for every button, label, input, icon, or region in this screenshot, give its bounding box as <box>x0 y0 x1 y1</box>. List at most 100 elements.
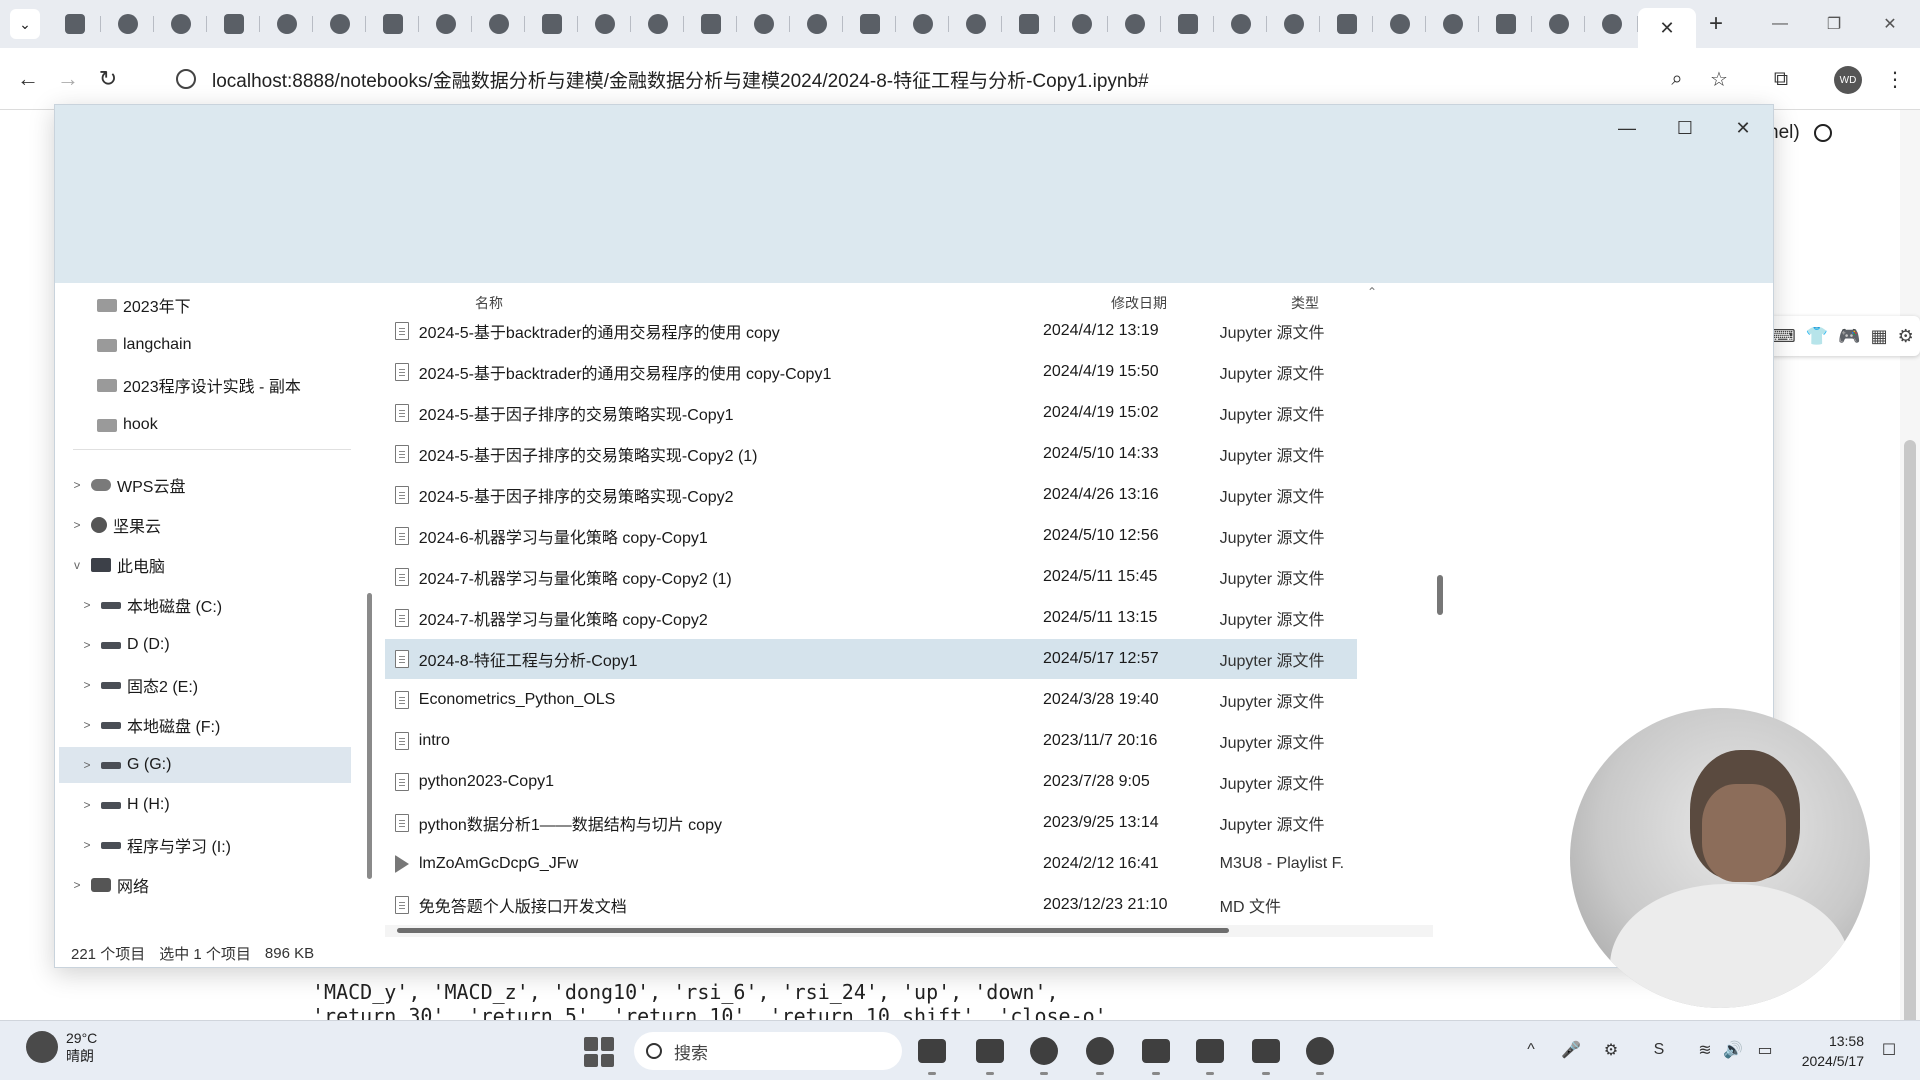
taskview-icon[interactable] <box>912 1031 952 1075</box>
chevron-right-icon[interactable]: > <box>77 718 97 732</box>
browser-tab[interactable] <box>1214 0 1267 48</box>
chevron-right-icon[interactable]: > <box>67 518 87 532</box>
wifi-icon[interactable]: ≋ <box>1694 1039 1716 1061</box>
nav-drive-i[interactable]: > 程序与学习 (I:) <box>77 827 231 863</box>
tab-close-icon[interactable]: ✕ <box>1659 18 1674 39</box>
browser-tab[interactable] <box>790 0 843 48</box>
url-field[interactable]: localhost:8888/notebooks/金融数据分析与建模/金融数据分… <box>156 58 1716 100</box>
file-list-hscrollbar[interactable] <box>385 925 1433 937</box>
browser-tab[interactable] <box>631 0 684 48</box>
browser-tab[interactable] <box>737 0 790 48</box>
tray-overflow-icon[interactable]: ^ <box>1520 1039 1542 1061</box>
nav-folder[interactable]: 2023程序设计实践 - 副本 <box>93 367 301 403</box>
battery-icon[interactable]: ▭ <box>1754 1039 1776 1061</box>
app-icon[interactable] <box>1024 1031 1064 1075</box>
file-list-scrollbar[interactable] <box>1437 575 1443 615</box>
bookmark-star-icon[interactable]: ☆ <box>1706 66 1732 92</box>
file-row[interactable]: 2024-5-基于因子排序的交易策略实现-Copy2 2024/4/26 13:1… <box>385 475 1357 515</box>
browser-tab[interactable] <box>1426 0 1479 48</box>
nav-drive-d[interactable]: > D (D:) <box>77 627 169 663</box>
browser-tab[interactable] <box>1108 0 1161 48</box>
volume-icon[interactable]: 🔊 <box>1722 1039 1744 1061</box>
file-row[interactable]: python数据分析1——数据结构与切片 copy 2023/9/25 13:14… <box>385 803 1357 843</box>
browser-tab[interactable] <box>472 0 525 48</box>
file-row[interactable]: intro 2023/11/7 20:16 Jupyter 源文件 <box>385 721 1357 761</box>
file-row[interactable]: 2024-8-特征工程与分析-Copy1 2024/5/17 12:57 Jupyt… <box>385 639 1357 679</box>
browser-tab[interactable] <box>684 0 737 48</box>
file-row[interactable]: 免免答题个人版接口开发文档 2023/12/23 21:10 MD 文件 <box>385 885 1357 925</box>
chrome-icon[interactable] <box>1080 1031 1120 1075</box>
wps-icon[interactable] <box>1246 1031 1286 1075</box>
active-tab[interactable]: ✕ <box>1638 8 1696 48</box>
new-tab-button[interactable]: + <box>1696 4 1736 44</box>
extensions-icon[interactable]: ⧉ <box>1768 66 1794 92</box>
nav-folder[interactable]: hook <box>93 407 158 443</box>
file-row[interactable]: Econometrics_Python_OLS 2024/3/28 19:40 Ju… <box>385 680 1357 720</box>
dialog-minimize-button[interactable]: — <box>1607 113 1647 143</box>
nav-drive-f[interactable]: > 本地磁盘 (F:) <box>77 707 220 743</box>
browser-tab[interactable] <box>525 0 578 48</box>
zoom-icon[interactable]: ⌕ <box>1664 66 1690 92</box>
browser-tab[interactable] <box>1585 0 1638 48</box>
nav-drive-h[interactable]: > H (H:) <box>77 787 169 823</box>
browser-tab[interactable] <box>1373 0 1426 48</box>
chevron-down-icon[interactable]: v <box>67 558 87 572</box>
terminal-icon[interactable] <box>1190 1031 1230 1075</box>
browser-minimize-button[interactable]: — <box>1752 0 1808 48</box>
nav-drive-c[interactable]: > 本地磁盘 (C:) <box>77 587 222 623</box>
column-header-type[interactable]: 类型 <box>1291 293 1319 313</box>
browser-tab[interactable] <box>1267 0 1320 48</box>
nav-item-wps[interactable]: > WPS云盘 <box>67 467 185 503</box>
notification-icon[interactable]: ☐ <box>1878 1039 1900 1061</box>
nav-folder[interactable]: langchain <box>93 327 192 363</box>
taskbar-search[interactable]: 搜索 <box>634 1032 902 1070</box>
file-row[interactable]: 2024-5-基于因子排序的交易策略实现-Copy2 (1) 2024/5/10 … <box>385 434 1357 474</box>
nav-drive-e[interactable]: > 固态2 (E:) <box>77 667 198 703</box>
tab-search-button[interactable]: ⌄ <box>10 9 40 39</box>
nav-pane-scrollbar[interactable] <box>367 593 372 879</box>
ime-skin-icon[interactable]: 👕 <box>1806 326 1828 347</box>
browser-tab[interactable] <box>260 0 313 48</box>
file-row[interactable]: 2024-5-基于backtrader的通用交易程序的使用 copy-Copy1… <box>385 352 1357 392</box>
page-scrollbar-thumb[interactable] <box>1904 440 1916 1080</box>
weather-widget[interactable]: 29°C 晴朗 <box>26 1029 97 1065</box>
ime-grid-icon[interactable]: ▦ <box>1871 326 1888 347</box>
browser-tab[interactable] <box>313 0 366 48</box>
ime-settings-icon[interactable]: ⚙ <box>1898 326 1914 347</box>
browser-tab[interactable] <box>48 0 101 48</box>
file-explorer-icon[interactable] <box>970 1031 1010 1075</box>
chevron-right-icon[interactable]: > <box>77 838 97 852</box>
browser-tab[interactable] <box>1532 0 1585 48</box>
browser-tab[interactable] <box>101 0 154 48</box>
browser-tab[interactable] <box>207 0 260 48</box>
dialog-close-button[interactable]: ✕ <box>1723 113 1763 143</box>
chevron-right-icon[interactable]: > <box>77 678 97 692</box>
chevron-right-icon[interactable]: > <box>67 478 87 492</box>
microphone-icon[interactable]: 🎤 <box>1560 1039 1582 1061</box>
nav-item-jianguo[interactable]: > 坚果云 <box>67 507 161 543</box>
profile-avatar[interactable]: WD <box>1834 66 1862 94</box>
file-row[interactable]: lmZoAmGcDcpG_JFw 2024/2/12 16:41 M3U8 - Pl… <box>385 844 1357 884</box>
app-icon[interactable] <box>1300 1031 1340 1075</box>
browser-tab[interactable] <box>1055 0 1108 48</box>
browser-tab[interactable] <box>1161 0 1214 48</box>
reload-icon[interactable]: ↻ <box>88 59 128 99</box>
chevron-right-icon[interactable]: > <box>77 798 97 812</box>
file-row[interactable]: 2024-6-机器学习与量化策略 copy-Copy1 2024/5/10 12:… <box>385 516 1357 556</box>
file-row[interactable]: 2024-7-机器学习与量化策略 copy-Copy2 (1) 2024/5/11… <box>385 557 1357 597</box>
browser-tab[interactable] <box>366 0 419 48</box>
file-row[interactable]: python2023-Copy1 2023/7/28 9:05 Jupyter 源文… <box>385 762 1357 802</box>
browser-tab[interactable] <box>154 0 207 48</box>
forward-arrow-icon[interactable]: → <box>48 59 88 99</box>
ime-game-icon[interactable]: 🎮 <box>1838 326 1860 347</box>
clock[interactable]: 13:58 2024/5/17 <box>1792 1031 1864 1071</box>
chevron-right-icon[interactable]: > <box>77 598 97 612</box>
tray-app-icon[interactable]: ⚙ <box>1600 1039 1622 1061</box>
browser-tab[interactable] <box>949 0 1002 48</box>
browser-maximize-button[interactable]: ❐ <box>1806 0 1862 48</box>
browser-menu-icon[interactable]: ⋮ <box>1882 66 1908 92</box>
back-arrow-icon[interactable]: ← <box>8 59 48 99</box>
nav-folder[interactable]: 2023年下 <box>93 287 191 323</box>
chevron-right-icon[interactable]: > <box>67 878 87 892</box>
browser-tab[interactable] <box>1320 0 1373 48</box>
